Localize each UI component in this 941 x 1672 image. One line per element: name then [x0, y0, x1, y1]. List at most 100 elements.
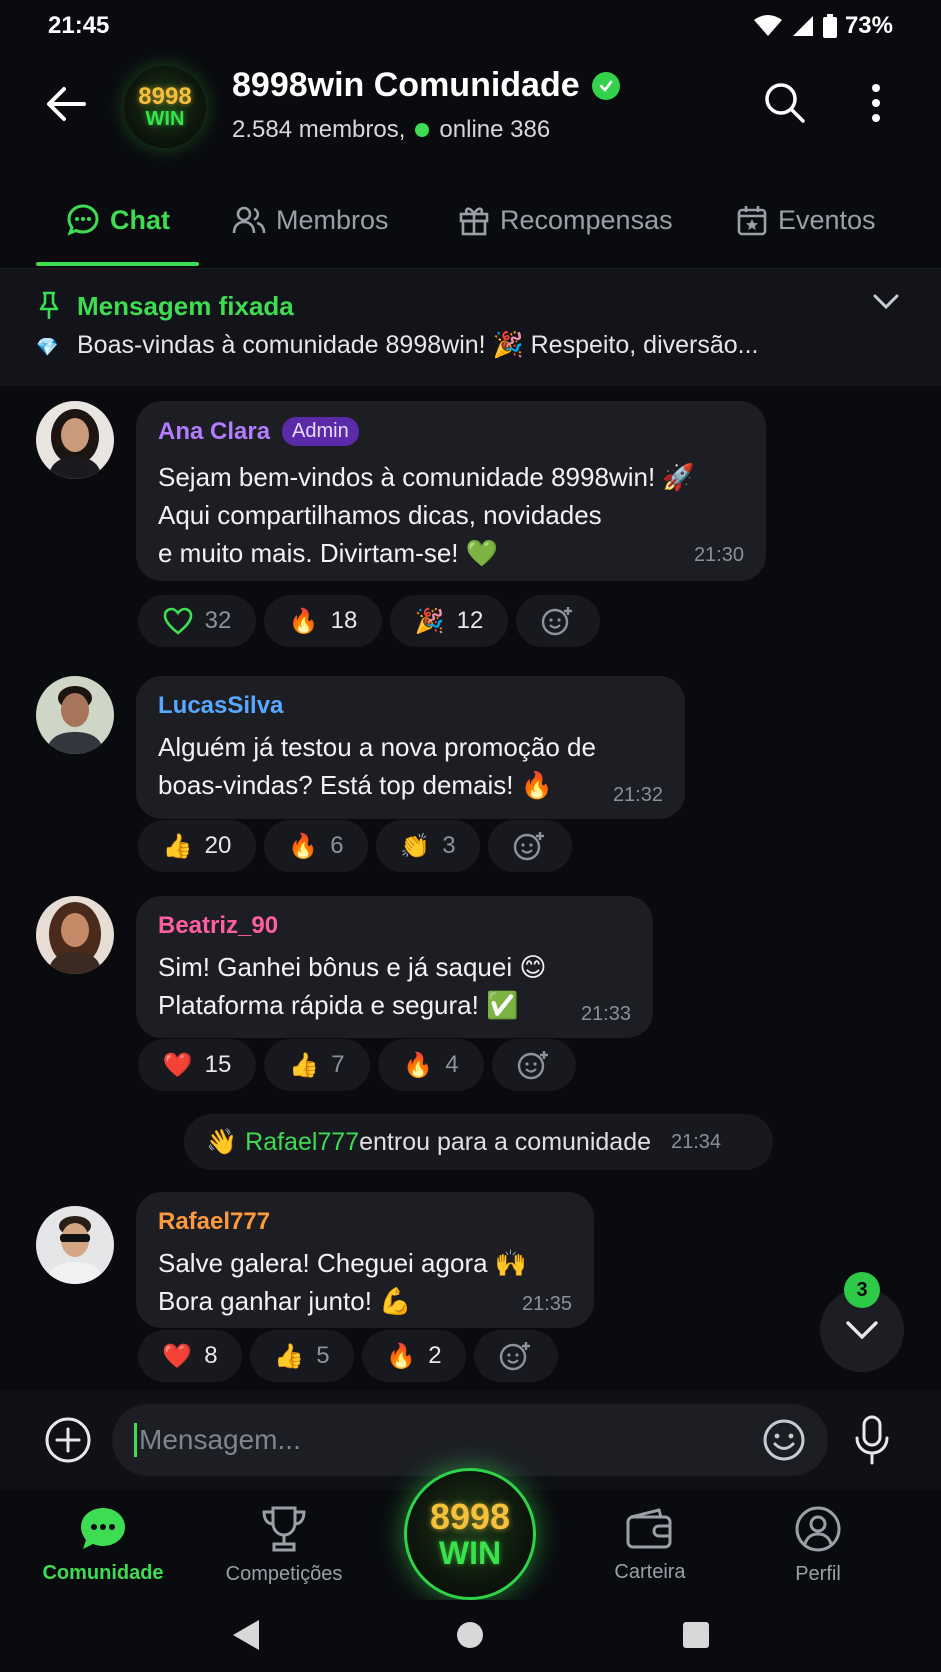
add-emoji-icon: [499, 1340, 533, 1372]
system-join-message: 👋 Rafael777 entrou para a comunidade 21:…: [184, 1114, 773, 1170]
message-time: 21:32: [612, 784, 663, 806]
member-count: 2.584 membros,: [232, 116, 406, 143]
add-reaction-button[interactable]: [492, 1039, 576, 1091]
reaction-chip[interactable]: 🔥 4: [378, 1039, 484, 1091]
nav-perfil[interactable]: Perfil: [768, 1490, 868, 1600]
heart-outline-icon: [163, 607, 193, 635]
avatar-ana-clara[interactable]: [36, 401, 114, 479]
tab-eventos-label: Eventos: [778, 204, 876, 235]
add-emoji-icon: [541, 605, 575, 637]
reactions-row: ❤️ 15 👍 7 🔥 4: [138, 1039, 576, 1091]
message-text: Sejam bem-vindos à comunidade 8998win! 🚀…: [158, 462, 695, 568]
battery-icon: [822, 14, 837, 38]
nav-comunidade[interactable]: Comunidade: [40, 1490, 166, 1600]
wallet-icon: [625, 1507, 675, 1551]
avatar-beatriz[interactable]: [36, 896, 114, 974]
message-text: Sim! Ganhei bônus e já saquei 😊 Platafor…: [158, 952, 547, 1020]
nav-competicoes-label: Competições: [225, 1562, 343, 1585]
message-bubble[interactable]: Rafael777 Salve galera! Cheguei agora 🙌 …: [136, 1192, 594, 1328]
community-logo[interactable]: 8998 WIN: [124, 66, 206, 148]
join-user-name[interactable]: Rafael777: [245, 1128, 359, 1157]
more-options-icon[interactable]: [866, 80, 886, 126]
back-arrow-icon[interactable]: [44, 82, 88, 126]
online-count: online 386: [439, 116, 551, 143]
add-attachment-icon[interactable]: [44, 1416, 92, 1464]
add-reaction-button[interactable]: [474, 1330, 558, 1382]
reaction-chip[interactable]: 👍 7: [264, 1039, 370, 1091]
emoji-icon[interactable]: [762, 1418, 806, 1462]
pinned-title: Mensagem fixada: [77, 291, 294, 321]
tab-eventos[interactable]: Eventos: [736, 172, 876, 268]
add-reaction-button[interactable]: [488, 820, 572, 872]
message-text: Salve galera! Cheguei agora 🙌 Bora ganha…: [158, 1248, 528, 1316]
add-reaction-button[interactable]: [516, 595, 600, 647]
pinned-text: Boas-vindas à comunidade 8998win! 🎉 Resp…: [77, 331, 759, 359]
reaction-chip[interactable]: 👍 20: [138, 820, 256, 872]
reaction-chip[interactable]: ❤️ 8: [138, 1330, 242, 1382]
tab-membros[interactable]: Membros: [232, 172, 389, 268]
system-recents-icon[interactable]: [682, 1621, 710, 1649]
system-home-icon[interactable]: [456, 1621, 484, 1649]
people-icon: [232, 205, 266, 235]
reactions-row: 👍 20 🔥 6 👏 3: [138, 820, 572, 872]
nav-carteira[interactable]: Carteira: [600, 1490, 700, 1600]
tab-chat-label: Chat: [110, 204, 170, 235]
pinned-message[interactable]: Mensagem fixada 💎 Boas-vindas à comunida…: [0, 268, 941, 386]
gift-icon: [458, 204, 490, 236]
avatar-rafael[interactable]: [36, 1206, 114, 1284]
message-text: Alguém já testou a nova promoção de boas…: [158, 732, 596, 800]
reaction-chip[interactable]: ❤️ 15: [138, 1039, 256, 1091]
message-bubble[interactable]: LucasSilva Alguém já testou a nova promo…: [136, 676, 685, 819]
reaction-chip[interactable]: 🔥 6: [264, 820, 368, 872]
sender-name[interactable]: LucasSilva: [158, 692, 283, 719]
system-navigation-bar: [0, 1600, 941, 1672]
status-bar: 21:45 73%: [0, 0, 941, 52]
tab-chat[interactable]: Chat: [66, 172, 170, 268]
message-placeholder: Mensagem...: [139, 1424, 301, 1455]
nav-competicoes[interactable]: Competições: [216, 1490, 352, 1600]
tab-bar: Chat Membros Recompensas Eventos: [0, 172, 941, 268]
nav-perfil-label: Perfil: [795, 1562, 841, 1585]
chat-area: Ana Clara Admin Sejam bem-vindos à comun…: [0, 386, 941, 1390]
profile-icon: [794, 1505, 842, 1553]
avatar-lucas-silva[interactable]: [36, 676, 114, 754]
chat-bubble-icon: [66, 203, 100, 237]
community-chat-icon: [79, 1506, 127, 1552]
system-back-icon[interactable]: [231, 1618, 261, 1652]
unread-count-badge: 3: [844, 1272, 880, 1308]
chevron-down-icon[interactable]: [872, 291, 900, 311]
reaction-chip[interactable]: 32: [138, 595, 256, 647]
reaction-chip[interactable]: 👍 5: [250, 1330, 354, 1382]
message-time: 21:34: [671, 1130, 722, 1153]
status-icons: 73%: [753, 12, 893, 40]
chat-header: 8998 WIN 8998win Comunidade 2.584 membro…: [0, 52, 941, 172]
sender-name[interactable]: Ana Clara: [158, 418, 270, 446]
message-time: 21:35: [521, 1293, 572, 1315]
message-input[interactable]: Mensagem...: [112, 1404, 828, 1476]
reaction-chip[interactable]: 🎉 12: [390, 595, 508, 647]
reaction-chip[interactable]: 🔥 2: [362, 1330, 466, 1382]
chevron-down-icon: [845, 1319, 879, 1341]
verified-badge-icon: [591, 71, 620, 100]
signal-icon: [791, 14, 815, 38]
center-home-button[interactable]: 8998 WIN: [404, 1468, 536, 1600]
add-emoji-icon: [513, 830, 547, 862]
reaction-chip[interactable]: 🔥 18: [264, 595, 382, 647]
online-dot: [415, 123, 430, 137]
add-emoji-icon: [517, 1049, 551, 1081]
text-cursor: [134, 1423, 137, 1457]
community-title: 8998win Comunidade: [232, 66, 580, 104]
message-bubble[interactable]: Beatriz_90 Sim! Ganhei bônus e já saquei…: [136, 896, 653, 1038]
microphone-icon[interactable]: [852, 1414, 892, 1466]
message-bubble[interactable]: Ana Clara Admin Sejam bem-vindos à comun…: [136, 401, 766, 581]
reaction-chip[interactable]: 👏 3: [376, 820, 480, 872]
admin-badge: Admin: [282, 417, 359, 446]
trophy-icon: [259, 1505, 309, 1553]
battery-percent: 73%: [844, 12, 893, 39]
tab-recompensas-label: Recompensas: [500, 204, 673, 235]
sender-name[interactable]: Rafael777: [158, 1208, 270, 1235]
tab-recompensas[interactable]: Recompensas: [458, 172, 673, 268]
sender-name[interactable]: Beatriz_90: [158, 912, 278, 939]
pin-icon: [38, 291, 60, 321]
search-icon[interactable]: [762, 80, 808, 126]
